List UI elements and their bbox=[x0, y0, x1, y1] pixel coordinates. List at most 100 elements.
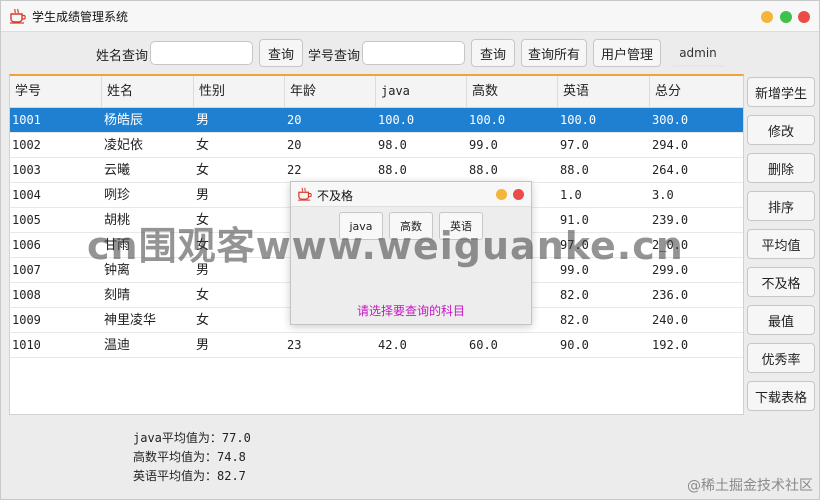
close-button[interactable] bbox=[798, 11, 810, 23]
table-cell: 神里凌华 bbox=[104, 313, 157, 328]
table-cell: 236.0 bbox=[652, 288, 689, 302]
download-table-button[interactable]: 下载表格 bbox=[747, 381, 815, 411]
table-cell: 女 bbox=[196, 163, 210, 178]
java-average-text: java平均值为：77.0 bbox=[133, 431, 251, 445]
column-header-gender[interactable]: 性别 bbox=[194, 76, 285, 107]
table-cell: 1002 bbox=[12, 138, 41, 152]
column-header-name[interactable]: 姓名 bbox=[102, 76, 194, 107]
dialog-title: 不及格 bbox=[317, 189, 354, 203]
coffee-cup-icon bbox=[298, 187, 312, 201]
table-cell: 20 bbox=[287, 138, 302, 152]
table-cell: 女 bbox=[196, 288, 210, 303]
table-cell: 88.0 bbox=[469, 163, 498, 177]
table-cell: 1010 bbox=[12, 338, 41, 352]
table-cell: 240.0 bbox=[652, 313, 689, 327]
table-cell: 90.0 bbox=[560, 338, 589, 352]
column-header-id[interactable]: 学号 bbox=[10, 76, 102, 107]
sort-button[interactable]: 排序 bbox=[747, 191, 815, 221]
dialog-title-bar: 不及格 bbox=[291, 182, 531, 207]
table-cell: 300.0 bbox=[652, 113, 689, 127]
table-cell: 98.0 bbox=[378, 138, 407, 152]
table-cell: 1007 bbox=[12, 263, 41, 277]
table-cell: 女 bbox=[196, 313, 210, 328]
table-cell: 294.0 bbox=[652, 138, 689, 152]
table-cell: 刻晴 bbox=[104, 288, 131, 303]
table-header: 学号 姓名 性别 年龄 java 高数 英语 总分 bbox=[10, 76, 743, 108]
id-search-button[interactable]: 查询 bbox=[471, 39, 515, 67]
query-all-button[interactable]: 查询所有 bbox=[521, 39, 587, 67]
id-search-input[interactable] bbox=[362, 41, 465, 65]
table-row[interactable]: 1003 云曦 女 22 88.0 88.0 88.0 264.0 bbox=[10, 158, 743, 183]
table-cell: 云曦 bbox=[104, 163, 131, 178]
corner-watermark: @稀土掘金技术社区 bbox=[687, 478, 813, 494]
dialog-close-button[interactable] bbox=[513, 189, 524, 200]
table-cell: 1009 bbox=[12, 313, 41, 327]
table-cell: 1004 bbox=[12, 188, 41, 202]
table-cell: 1001 bbox=[12, 113, 41, 127]
math-average-text: 高数平均值为：74.8 bbox=[133, 450, 246, 464]
table-cell: 男 bbox=[196, 188, 210, 203]
watermark-text: cn围观客www.weiguanke.cn bbox=[87, 224, 684, 268]
table-cell: 1003 bbox=[12, 163, 41, 177]
table-cell: 23 bbox=[287, 338, 302, 352]
table-cell: 99.0 bbox=[469, 138, 498, 152]
table-cell: 22 bbox=[287, 163, 302, 177]
table-cell: 82.0 bbox=[560, 313, 589, 327]
edit-button[interactable]: 修改 bbox=[747, 115, 815, 145]
table-cell: 男 bbox=[196, 338, 210, 353]
table-cell: 1008 bbox=[12, 288, 41, 302]
column-header-math[interactable]: 高数 bbox=[467, 76, 558, 107]
delete-button[interactable]: 删除 bbox=[747, 153, 815, 183]
excellence-rate-button[interactable]: 优秀率 bbox=[747, 343, 815, 373]
table-row[interactable]: 1002 凌妃依 女 20 98.0 99.0 97.0 294.0 bbox=[10, 133, 743, 158]
column-header-total[interactable]: 总分 bbox=[650, 76, 743, 107]
table-row[interactable]: 1010 温迪 男 23 42.0 60.0 90.0 192.0 bbox=[10, 333, 743, 358]
failing-button[interactable]: 不及格 bbox=[747, 267, 815, 297]
extremes-button[interactable]: 最值 bbox=[747, 305, 815, 335]
table-cell: 女 bbox=[196, 138, 210, 153]
add-student-button[interactable]: 新增学生 bbox=[747, 77, 815, 107]
table-cell: 20 bbox=[287, 113, 302, 127]
table-cell: 82.0 bbox=[560, 288, 589, 302]
table-cell: 100.0 bbox=[560, 113, 597, 127]
table-cell: 60.0 bbox=[469, 338, 498, 352]
table-cell: 3.0 bbox=[652, 188, 674, 202]
table-cell: 1005 bbox=[12, 213, 41, 227]
table-cell bbox=[285, 283, 287, 308]
table-cell: 1.0 bbox=[560, 188, 582, 202]
table-cell: 88.0 bbox=[560, 163, 589, 177]
column-header-age[interactable]: 年龄 bbox=[285, 76, 376, 107]
table-cell: 杨皓辰 bbox=[104, 113, 144, 128]
table-row[interactable]: 1001 杨皓辰 男 20 100.0 100.0 100.0 300.0 bbox=[10, 108, 743, 133]
column-header-java[interactable]: java bbox=[376, 76, 467, 107]
minimize-button[interactable] bbox=[761, 11, 773, 23]
title-bar: 学生成绩管理系统 bbox=[1, 1, 819, 32]
maximize-button[interactable] bbox=[780, 11, 792, 23]
table-cell bbox=[285, 308, 287, 333]
name-search-button[interactable]: 查询 bbox=[259, 39, 303, 67]
table-cell: 温迪 bbox=[104, 338, 131, 353]
table-cell: 凌妃依 bbox=[104, 138, 144, 153]
table-cell: 192.0 bbox=[652, 338, 689, 352]
user-management-button[interactable]: 用户管理 bbox=[593, 39, 661, 67]
name-search-label: 姓名查询 bbox=[96, 49, 149, 64]
table-cell: 88.0 bbox=[378, 163, 407, 177]
table-cell: 1006 bbox=[12, 238, 41, 252]
table-cell: 100.0 bbox=[469, 113, 506, 127]
table-cell: 264.0 bbox=[652, 163, 689, 177]
current-user-label: admin bbox=[673, 41, 723, 67]
english-average-text: 英语平均值为：82.7 bbox=[133, 469, 246, 483]
table-cell bbox=[285, 183, 287, 208]
window-title: 学生成绩管理系统 bbox=[32, 10, 129, 24]
table-cell: 男 bbox=[196, 113, 210, 128]
average-button[interactable]: 平均值 bbox=[747, 229, 815, 259]
table-cell: 咧珍 bbox=[104, 188, 131, 203]
dialog-minimize-button[interactable] bbox=[496, 189, 507, 200]
id-search-label: 学号查询 bbox=[308, 49, 361, 64]
table-cell: 100.0 bbox=[378, 113, 415, 127]
name-search-input[interactable] bbox=[150, 41, 253, 65]
dialog-hint-text: 请选择要查询的科目 bbox=[356, 304, 465, 318]
table-cell: 42.0 bbox=[378, 338, 407, 352]
column-header-english[interactable]: 英语 bbox=[558, 76, 650, 107]
coffee-cup-icon bbox=[10, 8, 26, 24]
